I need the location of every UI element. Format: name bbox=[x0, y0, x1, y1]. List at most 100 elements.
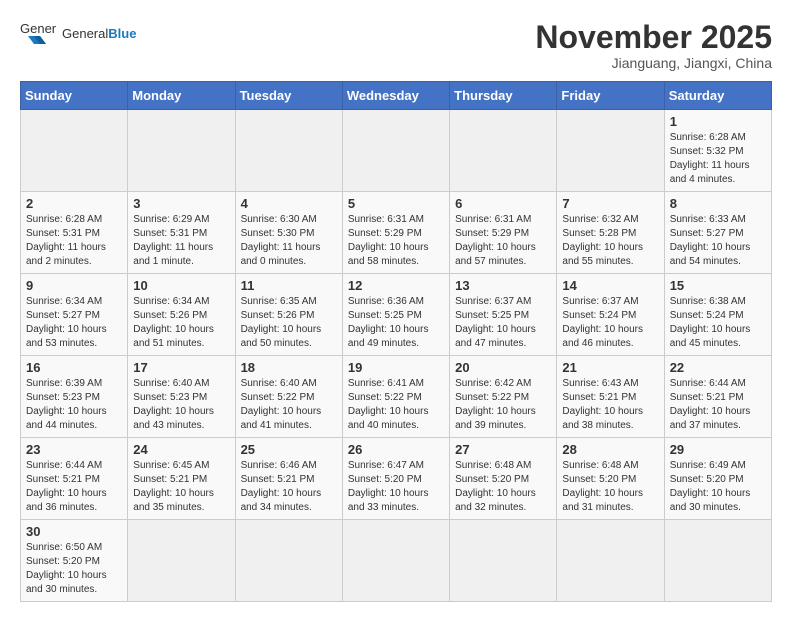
day-number: 10 bbox=[133, 278, 229, 293]
calendar-week-row: 23Sunrise: 6:44 AM Sunset: 5:21 PM Dayli… bbox=[21, 438, 772, 520]
calendar-day-cell: 14 Sunrise: 6:37 AM Sunset: 5:24 PM Dayli… bbox=[557, 274, 664, 356]
day-number: 22 bbox=[670, 360, 766, 375]
day-number: 15 bbox=[670, 278, 766, 293]
calendar-day-cell bbox=[342, 110, 449, 192]
calendar-day-cell: 19Sunrise: 6:41 AM Sunset: 5:22 PM Dayli… bbox=[342, 356, 449, 438]
logo: General GeneralBlue bbox=[20, 20, 136, 48]
calendar-day-cell: 21 Sunrise: 6:43 AM Sunset: 5:21 PM Dayli… bbox=[557, 356, 664, 438]
day-info: Sunrise: 6:35 AM Sunset: 5:26 PM Dayligh… bbox=[241, 295, 337, 351]
day-number: 1 bbox=[670, 114, 766, 129]
day-info: Sunrise: 6:28 AM Sunset: 5:31 PM Dayligh… bbox=[26, 213, 122, 269]
day-number: 4 bbox=[241, 196, 337, 211]
calendar-day-cell: 8 Sunrise: 6:33 AM Sunset: 5:27 PM Daylig… bbox=[664, 192, 771, 274]
day-number: 18 bbox=[241, 360, 337, 375]
calendar-table: SundayMondayTuesdayWednesdayThursdayFrid… bbox=[20, 81, 772, 602]
calendar-day-cell: 24 Sunrise: 6:45 AM Sunset: 5:21 PM Dayli… bbox=[128, 438, 235, 520]
calendar-day-cell: 1 Sunrise: 6:28 AM Sunset: 5:32 PM Daylig… bbox=[664, 110, 771, 192]
day-number: 20 bbox=[455, 360, 551, 375]
weekday-header-monday: Monday bbox=[128, 82, 235, 110]
day-info: Sunrise: 6:48 AM Sunset: 5:20 PM Dayligh… bbox=[455, 459, 551, 515]
calendar-day-cell: 29 Sunrise: 6:49 AM Sunset: 5:20 PM Dayli… bbox=[664, 438, 771, 520]
calendar-day-cell: 7 Sunrise: 6:32 AM Sunset: 5:28 PM Daylig… bbox=[557, 192, 664, 274]
day-info: Sunrise: 6:43 AM Sunset: 5:21 PM Dayligh… bbox=[562, 377, 658, 433]
day-info: Sunrise: 6:46 AM Sunset: 5:21 PM Dayligh… bbox=[241, 459, 337, 515]
calendar-day-cell: 6 Sunrise: 6:31 AM Sunset: 5:29 PM Daylig… bbox=[450, 192, 557, 274]
day-info: Sunrise: 6:32 AM Sunset: 5:28 PM Dayligh… bbox=[562, 213, 658, 269]
weekday-header-row: SundayMondayTuesdayWednesdayThursdayFrid… bbox=[21, 82, 772, 110]
generalblue-logo-icon: General bbox=[20, 20, 56, 48]
day-info: Sunrise: 6:31 AM Sunset: 5:29 PM Dayligh… bbox=[348, 213, 444, 269]
day-number: 12 bbox=[348, 278, 444, 293]
weekday-header-tuesday: Tuesday bbox=[235, 82, 342, 110]
calendar-day-cell: 20 Sunrise: 6:42 AM Sunset: 5:22 PM Dayli… bbox=[450, 356, 557, 438]
calendar-day-cell: 27 Sunrise: 6:48 AM Sunset: 5:20 PM Dayli… bbox=[450, 438, 557, 520]
day-number: 24 bbox=[133, 442, 229, 457]
svg-text:General: General bbox=[20, 21, 56, 36]
day-info: Sunrise: 6:37 AM Sunset: 5:24 PM Dayligh… bbox=[562, 295, 658, 351]
day-number: 16 bbox=[26, 360, 122, 375]
calendar-week-row: 16 Sunrise: 6:39 AM Sunset: 5:23 PM Dayli… bbox=[21, 356, 772, 438]
calendar-day-cell bbox=[450, 110, 557, 192]
weekday-header-friday: Friday bbox=[557, 82, 664, 110]
calendar-day-cell: 18 Sunrise: 6:40 AM Sunset: 5:22 PM Dayli… bbox=[235, 356, 342, 438]
day-info: Sunrise: 6:44 AM Sunset: 5:21 PM Dayligh… bbox=[670, 377, 766, 433]
calendar-day-cell: 22 Sunrise: 6:44 AM Sunset: 5:21 PM Dayli… bbox=[664, 356, 771, 438]
calendar-day-cell: 28Sunrise: 6:48 AM Sunset: 5:20 PM Dayli… bbox=[557, 438, 664, 520]
day-number: 17 bbox=[133, 360, 229, 375]
day-info: Sunrise: 6:36 AM Sunset: 5:25 PM Dayligh… bbox=[348, 295, 444, 351]
logo-blue-text: Blue bbox=[108, 26, 136, 41]
day-number: 6 bbox=[455, 196, 551, 211]
day-info: Sunrise: 6:47 AM Sunset: 5:20 PM Dayligh… bbox=[348, 459, 444, 515]
calendar-day-cell: 11 Sunrise: 6:35 AM Sunset: 5:26 PM Dayli… bbox=[235, 274, 342, 356]
day-info: Sunrise: 6:39 AM Sunset: 5:23 PM Dayligh… bbox=[26, 377, 122, 433]
calendar-day-cell bbox=[128, 520, 235, 602]
page-header: General GeneralBlue November 2025 Jiangu… bbox=[20, 20, 772, 71]
calendar-day-cell bbox=[235, 110, 342, 192]
day-info: Sunrise: 6:49 AM Sunset: 5:20 PM Dayligh… bbox=[670, 459, 766, 515]
calendar-day-cell: 2 Sunrise: 6:28 AM Sunset: 5:31 PM Daylig… bbox=[21, 192, 128, 274]
calendar-week-row: 30Sunrise: 6:50 AM Sunset: 5:20 PM Dayli… bbox=[21, 520, 772, 602]
day-number: 13 bbox=[455, 278, 551, 293]
day-info: Sunrise: 6:40 AM Sunset: 5:22 PM Dayligh… bbox=[241, 377, 337, 433]
calendar-day-cell: 23Sunrise: 6:44 AM Sunset: 5:21 PM Dayli… bbox=[21, 438, 128, 520]
calendar-day-cell bbox=[21, 110, 128, 192]
day-info: Sunrise: 6:34 AM Sunset: 5:26 PM Dayligh… bbox=[133, 295, 229, 351]
calendar-day-cell: 12 Sunrise: 6:36 AM Sunset: 5:25 PM Dayli… bbox=[342, 274, 449, 356]
day-number: 21 bbox=[562, 360, 658, 375]
calendar-day-cell: 30Sunrise: 6:50 AM Sunset: 5:20 PM Dayli… bbox=[21, 520, 128, 602]
calendar-day-cell bbox=[342, 520, 449, 602]
calendar-day-cell: 26 Sunrise: 6:47 AM Sunset: 5:20 PM Dayli… bbox=[342, 438, 449, 520]
day-number: 7 bbox=[562, 196, 658, 211]
day-number: 29 bbox=[670, 442, 766, 457]
calendar-day-cell bbox=[664, 520, 771, 602]
day-number: 26 bbox=[348, 442, 444, 457]
calendar-day-cell: 4Sunrise: 6:30 AM Sunset: 5:30 PM Daylig… bbox=[235, 192, 342, 274]
day-number: 5 bbox=[348, 196, 444, 211]
calendar-day-cell: 17Sunrise: 6:40 AM Sunset: 5:23 PM Dayli… bbox=[128, 356, 235, 438]
day-info: Sunrise: 6:38 AM Sunset: 5:24 PM Dayligh… bbox=[670, 295, 766, 351]
day-info: Sunrise: 6:28 AM Sunset: 5:32 PM Dayligh… bbox=[670, 131, 766, 187]
day-info: Sunrise: 6:45 AM Sunset: 5:21 PM Dayligh… bbox=[133, 459, 229, 515]
weekday-header-wednesday: Wednesday bbox=[342, 82, 449, 110]
day-number: 28 bbox=[562, 442, 658, 457]
day-info: Sunrise: 6:31 AM Sunset: 5:29 PM Dayligh… bbox=[455, 213, 551, 269]
day-number: 8 bbox=[670, 196, 766, 211]
calendar-day-cell: 3Sunrise: 6:29 AM Sunset: 5:31 PM Daylig… bbox=[128, 192, 235, 274]
day-info: Sunrise: 6:42 AM Sunset: 5:22 PM Dayligh… bbox=[455, 377, 551, 433]
calendar-day-cell: 9Sunrise: 6:34 AM Sunset: 5:27 PM Daylig… bbox=[21, 274, 128, 356]
day-number: 14 bbox=[562, 278, 658, 293]
calendar-body: 1 Sunrise: 6:28 AM Sunset: 5:32 PM Daylig… bbox=[21, 110, 772, 602]
day-number: 2 bbox=[26, 196, 122, 211]
day-number: 27 bbox=[455, 442, 551, 457]
day-number: 30 bbox=[26, 524, 122, 539]
calendar-week-row: 9Sunrise: 6:34 AM Sunset: 5:27 PM Daylig… bbox=[21, 274, 772, 356]
day-info: Sunrise: 6:33 AM Sunset: 5:27 PM Dayligh… bbox=[670, 213, 766, 269]
calendar-day-cell: 15 Sunrise: 6:38 AM Sunset: 5:24 PM Dayli… bbox=[664, 274, 771, 356]
location-text: Jianguang, Jiangxi, China bbox=[535, 55, 772, 71]
calendar-day-cell: 16 Sunrise: 6:39 AM Sunset: 5:23 PM Dayli… bbox=[21, 356, 128, 438]
month-title: November 2025 bbox=[535, 20, 772, 55]
weekday-header-saturday: Saturday bbox=[664, 82, 771, 110]
weekday-header-sunday: Sunday bbox=[21, 82, 128, 110]
day-number: 23 bbox=[26, 442, 122, 457]
day-number: 11 bbox=[241, 278, 337, 293]
